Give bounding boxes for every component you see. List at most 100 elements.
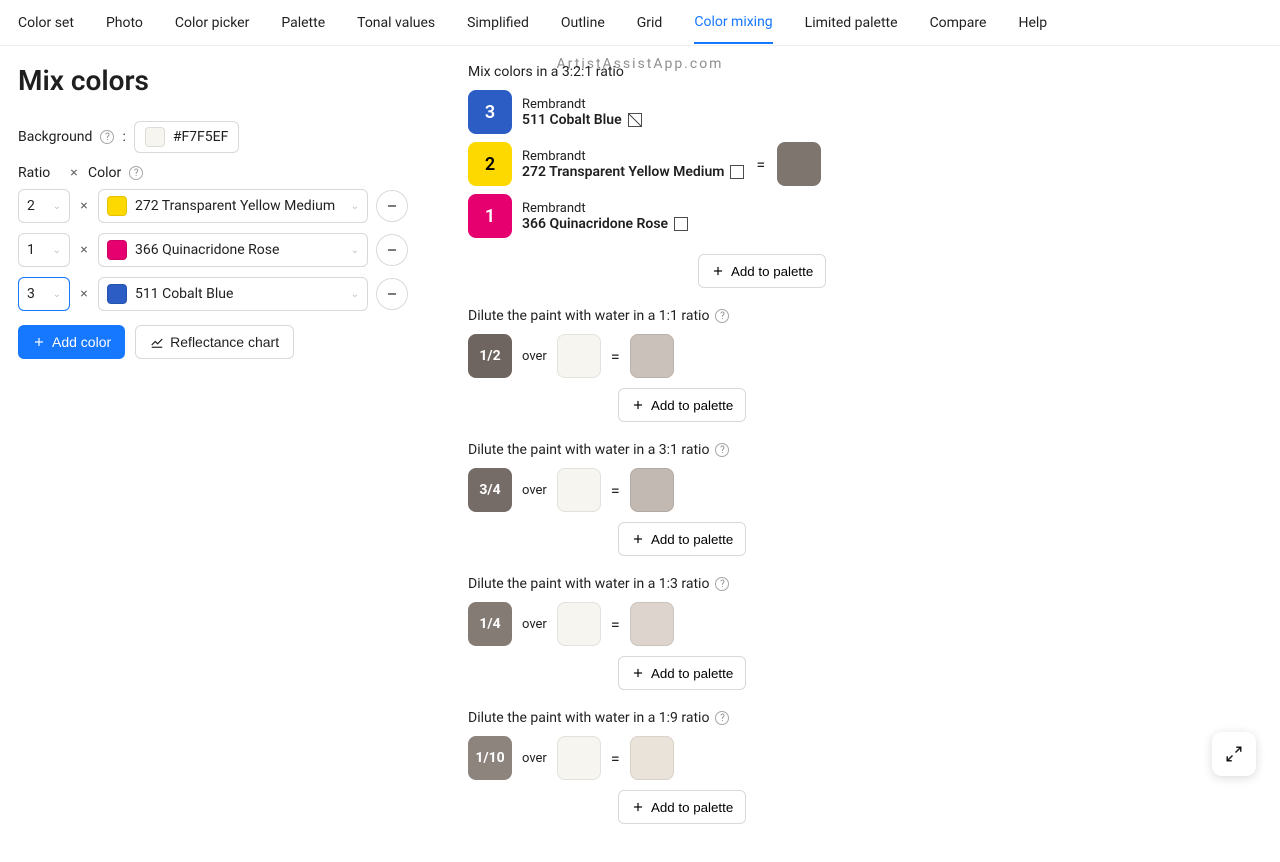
add-to-palette-button[interactable]: Add to palette — [618, 522, 746, 556]
color-select[interactable]: 272 Transparent Yellow Medium ⌄ — [98, 189, 368, 223]
remove-color-button[interactable] — [376, 278, 408, 310]
plus-icon — [631, 532, 645, 546]
tab-compare[interactable]: Compare — [930, 3, 987, 43]
color-swatch — [107, 240, 127, 260]
ratio-select[interactable]: 1 ⌄ — [18, 233, 70, 267]
ratio-badge: 1 — [468, 194, 512, 238]
paint-name: 366 Quinacridone Rose — [522, 216, 688, 232]
plus-icon — [631, 666, 645, 680]
over-label: over — [522, 751, 547, 766]
chevron-down-icon: ⌄ — [351, 245, 359, 256]
over-label: over — [522, 349, 547, 364]
remove-color-button[interactable] — [376, 234, 408, 266]
tab-color-set[interactable]: Color set — [18, 3, 74, 43]
opacity-icon — [674, 217, 688, 231]
over-label: over — [522, 617, 547, 632]
plus-icon — [631, 800, 645, 814]
ratio-badge: 3 — [468, 90, 512, 134]
ratio-badge: 2 — [468, 142, 512, 186]
add-to-palette-button[interactable]: Add to palette — [698, 254, 826, 288]
dilution-title: Dilute the paint with water in a 1:1 rat… — [468, 308, 709, 324]
color-swatch — [107, 196, 127, 216]
fraction-badge: 3/4 — [468, 468, 512, 512]
dilution-result-swatch — [630, 468, 674, 512]
dilution-title: Dilute the paint with water in a 1:9 rat… — [468, 710, 709, 726]
color-header: Color — [88, 165, 121, 181]
tab-grid[interactable]: Grid — [637, 3, 663, 43]
add-color-button[interactable]: Add color — [18, 325, 125, 359]
fullscreen-button[interactable] — [1212, 732, 1256, 776]
mix-item: 3 Rembrandt 511 Cobalt Blue — [468, 90, 744, 134]
mix-result-swatch — [777, 142, 821, 186]
opacity-icon — [730, 165, 744, 179]
tab-color-picker[interactable]: Color picker — [175, 3, 249, 43]
background-label: Background — [18, 129, 92, 145]
help-icon[interactable]: ? — [715, 309, 729, 323]
brand-label: Rembrandt — [522, 201, 688, 216]
minus-icon — [385, 287, 399, 301]
help-icon[interactable]: ? — [715, 577, 729, 591]
tab-photo[interactable]: Photo — [106, 3, 143, 43]
ratio-select[interactable]: 2 ⌄ — [18, 189, 70, 223]
add-to-palette-button[interactable]: Add to palette — [618, 388, 746, 422]
tab-simplified[interactable]: Simplified — [467, 3, 529, 43]
fraction-badge: 1/10 — [468, 736, 512, 780]
fraction-badge: 1/2 — [468, 334, 512, 378]
fraction-badge: 1/4 — [468, 602, 512, 646]
ratio-select[interactable]: 3 ⌄ — [18, 277, 70, 311]
brand-label: Rembrandt — [522, 97, 642, 112]
tab-outline[interactable]: Outline — [561, 3, 605, 43]
mix-item: 1 Rembrandt 366 Quinacridone Rose — [468, 194, 744, 238]
dilution-result-swatch — [630, 736, 674, 780]
add-to-palette-button[interactable]: Add to palette — [618, 790, 746, 824]
page-title: Mix colors — [18, 64, 428, 97]
background-swatch — [557, 736, 601, 780]
dilution-result-swatch — [630, 334, 674, 378]
tab-color-mixing[interactable]: Color mixing — [694, 2, 772, 44]
help-icon[interactable]: ? — [100, 130, 114, 144]
brand-label: Rembrandt — [522, 149, 744, 164]
color-swatch — [107, 284, 127, 304]
dilution-title: Dilute the paint with water in a 3:1 rat… — [468, 442, 709, 458]
chevron-down-icon: ⌄ — [53, 245, 61, 256]
tab-palette[interactable]: Palette — [281, 3, 325, 43]
fullscreen-icon — [1225, 745, 1243, 763]
tab-bar: Color set Photo Color picker Palette Tonal v… — [0, 0, 1280, 46]
over-label: over — [522, 483, 547, 498]
minus-icon — [385, 199, 399, 213]
dilution-result-swatch — [630, 602, 674, 646]
paint-name: 272 Transparent Yellow Medium — [522, 164, 744, 180]
mix-item: 2 Rembrandt 272 Transparent Yellow Mediu… — [468, 142, 744, 186]
background-hex: #F7F5EF — [173, 129, 229, 145]
remove-color-button[interactable] — [376, 190, 408, 222]
background-picker[interactable]: #F7F5EF — [134, 121, 240, 153]
color-select[interactable]: 511 Cobalt Blue ⌄ — [98, 277, 368, 311]
chart-icon — [150, 335, 164, 349]
chevron-down-icon: ⌄ — [351, 201, 359, 212]
background-swatch — [557, 468, 601, 512]
watermark: ArtistAssistApp.com — [557, 56, 724, 72]
minus-icon — [385, 243, 399, 257]
tab-help[interactable]: Help — [1018, 3, 1047, 43]
background-swatch — [145, 127, 165, 147]
opacity-icon — [628, 113, 642, 127]
x-header: × — [68, 165, 80, 181]
tab-limited-palette[interactable]: Limited palette — [805, 3, 898, 43]
chevron-down-icon: ⌄ — [53, 201, 61, 212]
dilution-title: Dilute the paint with water in a 1:3 rat… — [468, 576, 709, 592]
background-swatch — [557, 334, 601, 378]
plus-icon — [631, 398, 645, 412]
background-swatch — [557, 602, 601, 646]
add-to-palette-button[interactable]: Add to palette — [618, 656, 746, 690]
help-icon[interactable]: ? — [715, 443, 729, 457]
help-icon[interactable]: ? — [715, 711, 729, 725]
tab-tonal-values[interactable]: Tonal values — [357, 3, 435, 43]
color-select[interactable]: 366 Quinacridone Rose ⌄ — [98, 233, 368, 267]
plus-icon — [32, 335, 46, 349]
chevron-down-icon: ⌄ — [53, 289, 61, 300]
equals: = — [756, 155, 765, 174]
reflectance-chart-button[interactable]: Reflectance chart — [135, 325, 294, 359]
help-icon[interactable]: ? — [129, 166, 143, 180]
ratio-header: Ratio — [18, 165, 60, 181]
plus-icon — [711, 264, 725, 278]
